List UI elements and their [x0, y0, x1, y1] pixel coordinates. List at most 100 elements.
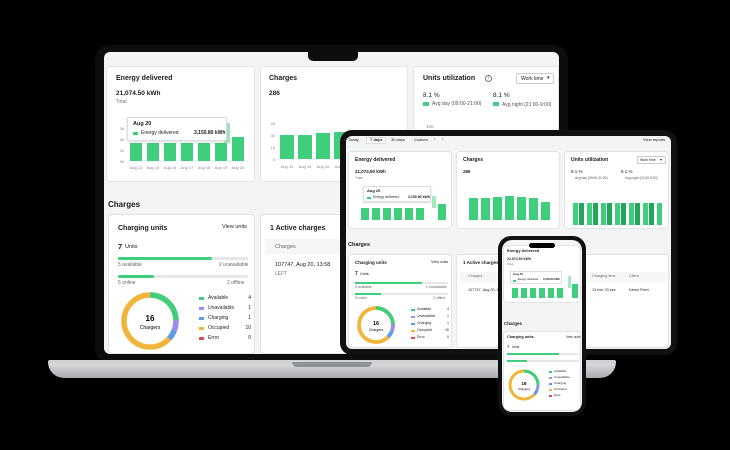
view-units-link[interactable]: View units	[222, 224, 247, 231]
charges-count: 286	[463, 169, 471, 174]
charges-bar	[298, 135, 312, 159]
units-count: 7	[118, 242, 123, 251]
y-tick-label: 2k	[120, 137, 124, 142]
energy-bar	[361, 208, 369, 220]
charges-bar	[505, 196, 514, 220]
x-tick-label: Aug 15	[147, 165, 160, 170]
legend-row-unavailable: Unavailable 1	[199, 305, 251, 313]
status-legend: Available 4 Unavailable 1 Charging 1 Occ…	[411, 307, 449, 344]
work-time-dropdown[interactable]: Work time ▾	[516, 73, 554, 84]
legend-value: 0	[447, 335, 449, 339]
legend-swatch	[423, 102, 429, 106]
charges-bar	[469, 198, 478, 220]
legend-swatch	[549, 383, 552, 385]
dropdown-value: Work time	[640, 158, 656, 162]
energy-bar	[181, 143, 193, 161]
chargers-donut-chart: 16 Chargers	[121, 292, 179, 350]
offline-text: 2 offline	[227, 280, 245, 286]
tooltip-date: Aug 20	[513, 272, 524, 276]
energy-total-value: 21,074.50 kWh	[116, 90, 161, 97]
column-header: Client	[629, 274, 639, 278]
y-tick-label: 0	[273, 157, 276, 162]
charges-bar-chart	[469, 196, 550, 220]
legend-swatch	[549, 377, 552, 379]
unavailable-text: 2 unavailable	[426, 285, 447, 289]
card-title: Charging units	[355, 260, 387, 265]
chevron-left-icon[interactable]: ‹	[434, 137, 436, 142]
tooltip-label: Energy delivered	[373, 195, 400, 199]
energy-bar	[232, 137, 244, 161]
chargers-donut-chart: 16 Chargers	[508, 369, 540, 401]
donut-label: Chargers	[140, 325, 161, 331]
utilization-bar	[635, 203, 640, 225]
chevron-down-icon: ▾	[547, 75, 550, 81]
charges-bar	[481, 198, 490, 220]
tooltip-swatch	[367, 197, 371, 199]
view-reports-link[interactable]: View reports	[643, 138, 665, 142]
energy-bar	[438, 204, 446, 220]
card-title: Charges	[269, 75, 298, 82]
column-header: Charges	[275, 244, 296, 250]
section-title: Charges	[108, 200, 141, 209]
view-units-link[interactable]: View units	[431, 260, 448, 265]
legend-value: 0	[248, 335, 251, 341]
units-count-label: Units	[125, 244, 138, 250]
charges-bar	[517, 197, 526, 220]
availability-bar	[118, 257, 248, 260]
legend-swatch	[411, 316, 415, 318]
work-time-dropdown[interactable]: Work time ▾	[637, 156, 666, 164]
utilization-bar	[615, 203, 620, 225]
energy-bar	[215, 143, 227, 161]
tab-30-days[interactable]: 30 days	[391, 138, 405, 142]
online-text: 5 online	[355, 296, 368, 300]
energy-bar	[372, 208, 380, 220]
energy-bar	[548, 288, 554, 298]
legend-swatch	[199, 337, 204, 340]
energy-bar-highlight	[568, 276, 571, 288]
energy-bar	[198, 143, 210, 161]
y-tick-label: 15	[271, 145, 276, 150]
chevron-down-icon: ▾	[660, 157, 663, 162]
legend-value: 10	[445, 328, 449, 332]
x-tick-label: Aug 14	[281, 164, 294, 169]
energy-bar	[147, 143, 159, 161]
x-tick-label: Aug 18	[198, 165, 211, 170]
dynamic-island	[529, 243, 555, 248]
legend-swatch	[549, 389, 552, 391]
legend-value: 4	[447, 307, 449, 311]
info-icon[interactable]: i	[485, 75, 492, 82]
availability-bar	[507, 353, 579, 355]
energy-bar	[383, 208, 391, 220]
card-title: 1 Active charges	[270, 225, 326, 232]
table-cell-sub: LEFT	[275, 271, 288, 277]
table-cell[interactable]: 107747, Aug 20, 13:58	[275, 262, 330, 269]
energy-bar-highlight	[432, 196, 436, 208]
tooltip-value: 3,150.80 kWh	[408, 195, 430, 199]
tab-today[interactable]: Today	[348, 138, 359, 142]
energy-bar	[557, 288, 563, 298]
energy-total-label: Total	[116, 99, 127, 105]
avg-night-pct: 8.1 %	[621, 169, 633, 174]
tooltip-swatch	[133, 132, 138, 135]
x-tick-label: Aug 15	[299, 164, 312, 169]
table-cell: Demo Fleet	[629, 288, 649, 292]
laptop-groove	[292, 362, 372, 367]
energy-delivered-card: Energy delivered 21,074.50 kWh Total Aug…	[348, 151, 452, 229]
units-count: 7	[355, 271, 358, 277]
chevron-right-icon[interactable]: ›	[442, 137, 444, 142]
legend-swatch	[411, 330, 415, 332]
utilization-bar	[579, 203, 584, 225]
legend-swatch	[549, 371, 552, 373]
view-units-link[interactable]: View units	[566, 335, 580, 339]
donut-value: 16	[146, 314, 155, 323]
legend-label: Unavailable	[417, 314, 436, 318]
legend-label: Available	[208, 295, 229, 301]
legend-swatch	[411, 337, 415, 339]
charges-count: 286	[269, 90, 280, 97]
legend-swatch	[199, 307, 204, 310]
charges-card: Charges 286	[456, 151, 560, 229]
tooltip-value: 3,150.80 kWh	[543, 278, 560, 281]
tab-custom[interactable]: Custom	[414, 138, 428, 142]
legend-label: Charging	[208, 315, 229, 321]
column-header: Charging time	[592, 274, 616, 278]
